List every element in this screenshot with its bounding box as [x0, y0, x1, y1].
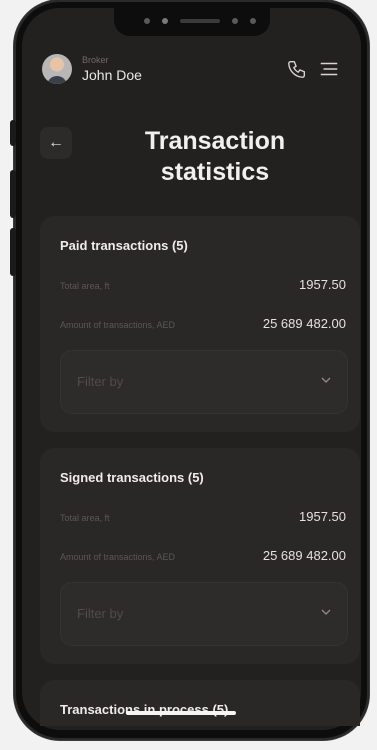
notch — [114, 8, 270, 36]
back-arrow-icon: ← — [48, 134, 64, 151]
user-name: John Doe — [82, 67, 142, 83]
home-indicator[interactable] — [126, 711, 236, 715]
phone-icon[interactable] — [286, 58, 308, 80]
filter-dropdown[interactable]: Filter by — [60, 582, 348, 646]
sensor-dot — [232, 18, 238, 24]
total-area-value: 1957.50 — [299, 277, 346, 292]
avatar[interactable] — [42, 54, 72, 84]
speaker-grille — [180, 19, 220, 23]
filter-placeholder: Filter by — [77, 606, 124, 621]
chevron-down-icon — [321, 377, 331, 383]
app-header: Broker John Doe — [42, 52, 342, 88]
sensor-dot — [250, 18, 256, 24]
camera-dot — [162, 18, 168, 24]
in-process-transactions-card: Transactions in process (5) — [40, 680, 360, 726]
card-title: Signed transactions (5) — [60, 470, 204, 485]
page-title: Transaction statistics — [144, 127, 286, 186]
chevron-down-icon — [321, 609, 331, 615]
amount-value: 25 689 482.00 — [262, 316, 346, 331]
filter-placeholder: Filter by — [77, 374, 124, 389]
filter-dropdown[interactable]: Filter by — [60, 350, 348, 414]
back-button[interactable]: ← — [40, 127, 72, 159]
user-role: Broker — [82, 55, 109, 65]
volume-up-button — [10, 170, 16, 218]
total-area-label: Total area, ft — [60, 513, 110, 523]
card-title: Paid transactions (5) — [60, 238, 188, 253]
menu-icon[interactable] — [318, 58, 340, 80]
amount-label: Amount of transactions, AED — [60, 320, 176, 330]
sensor-dot — [144, 18, 150, 24]
total-area-value: 1957.50 — [299, 509, 346, 524]
signed-transactions-card: Signed transactions (5) Total area, ft 1… — [40, 448, 360, 664]
mute-switch — [10, 120, 16, 146]
volume-down-button — [10, 228, 16, 276]
total-area-label: Total area, ft — [60, 281, 110, 291]
amount-value: 25 689 482.00 — [262, 548, 346, 563]
paid-transactions-card: Paid transactions (5) Total area, ft 195… — [40, 216, 360, 432]
amount-label: Amount of transactions, AED — [60, 552, 176, 562]
